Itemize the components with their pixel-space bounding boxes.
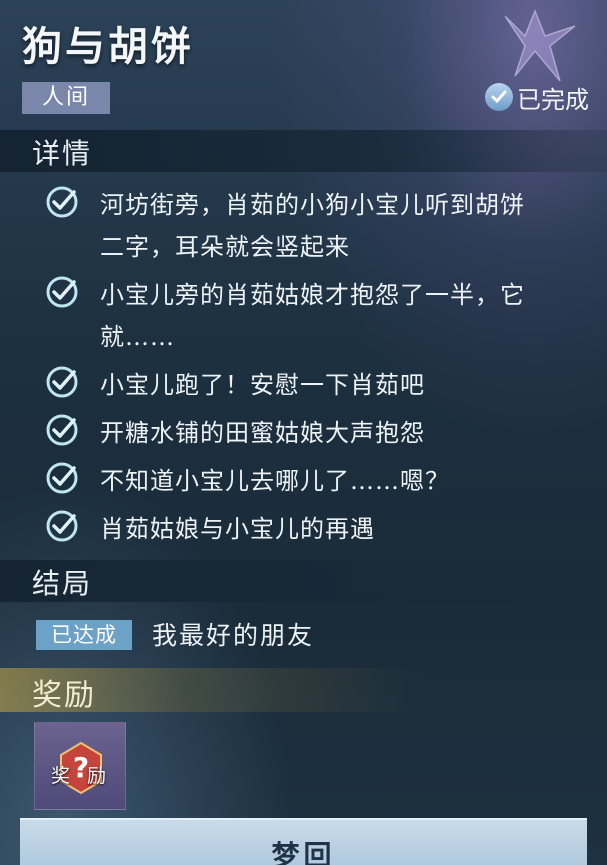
ending-achieved-tag: 已达成 (36, 620, 132, 650)
task-check-icon (46, 366, 78, 398)
task-text-line: 开糖水铺的田蜜姑娘大声抱怨 (100, 419, 425, 447)
task-text-line: 河坊街旁，肖茹的小狗小宝儿听到胡饼 (100, 191, 525, 219)
task-check-icon (46, 414, 78, 446)
realm-tag: 人间 (22, 82, 110, 114)
completed-label: 已完成 (517, 85, 589, 114)
task-text-line: 二字，耳朵就会竖起来 (100, 233, 350, 261)
task-text-line: 就…… (100, 323, 175, 351)
quest-title: 狗与胡饼 (22, 23, 194, 70)
task-text: 肖茹姑娘与小宝儿的再遇 (100, 508, 375, 550)
task-item: 开糖水铺的田蜜姑娘大声抱怨 (44, 412, 594, 454)
completed-badge: 已完成 (485, 80, 589, 114)
dream-button[interactable]: 梦回 (20, 818, 587, 865)
task-check-icon (46, 276, 78, 308)
task-text-line: 小宝儿跑了！安慰一下肖茹吧 (100, 371, 425, 399)
task-text-line: 小宝儿旁的肖茹姑娘才抱怨了一半，它 (100, 281, 525, 309)
task-text-line: 不知道小宝儿去哪儿了……嗯？ (100, 467, 450, 495)
completed-check-icon (485, 83, 513, 111)
task-item: 肖茹姑娘与小宝儿的再遇 (44, 508, 594, 550)
task-text: 开糖水铺的田蜜姑娘大声抱怨 (100, 412, 425, 454)
reward-item[interactable]: ? 奖 励 (34, 722, 126, 810)
task-check-icon (46, 510, 78, 542)
dream-button-label: 梦回 (271, 839, 336, 865)
emblem-icon (504, 8, 576, 82)
task-check-icon (46, 462, 78, 494)
task-item: 河坊街旁，肖茹的小狗小宝儿听到胡饼 二字，耳朵就会竖起来 (44, 184, 594, 268)
task-text: 河坊街旁，肖茹的小狗小宝儿听到胡饼 二字，耳朵就会竖起来 (100, 184, 525, 268)
task-item: 小宝儿旁的肖茹姑娘才抱怨了一半，它 就…… (44, 274, 594, 358)
task-check-icon (46, 186, 78, 218)
reward-item-label-right: 励 (87, 765, 107, 787)
reward-item-label-left: 奖 (51, 765, 71, 787)
task-text: 小宝儿旁的肖茹姑娘才抱怨了一半，它 就…… (100, 274, 525, 358)
task-item: 小宝儿跑了！安慰一下肖茹吧 (44, 364, 594, 406)
task-text: 不知道小宝儿去哪儿了……嗯？ (100, 460, 450, 502)
task-text: 小宝儿跑了！安慰一下肖茹吧 (100, 364, 425, 406)
details-heading: 详情 (32, 137, 93, 170)
ending-heading: 结局 (32, 567, 93, 600)
ending-name: 我最好的朋友 (152, 621, 315, 650)
task-text-line: 肖茹姑娘与小宝儿的再遇 (100, 515, 375, 543)
task-item: 不知道小宝儿去哪儿了……嗯？ (44, 460, 594, 502)
reward-heading: 奖励 (32, 678, 96, 713)
